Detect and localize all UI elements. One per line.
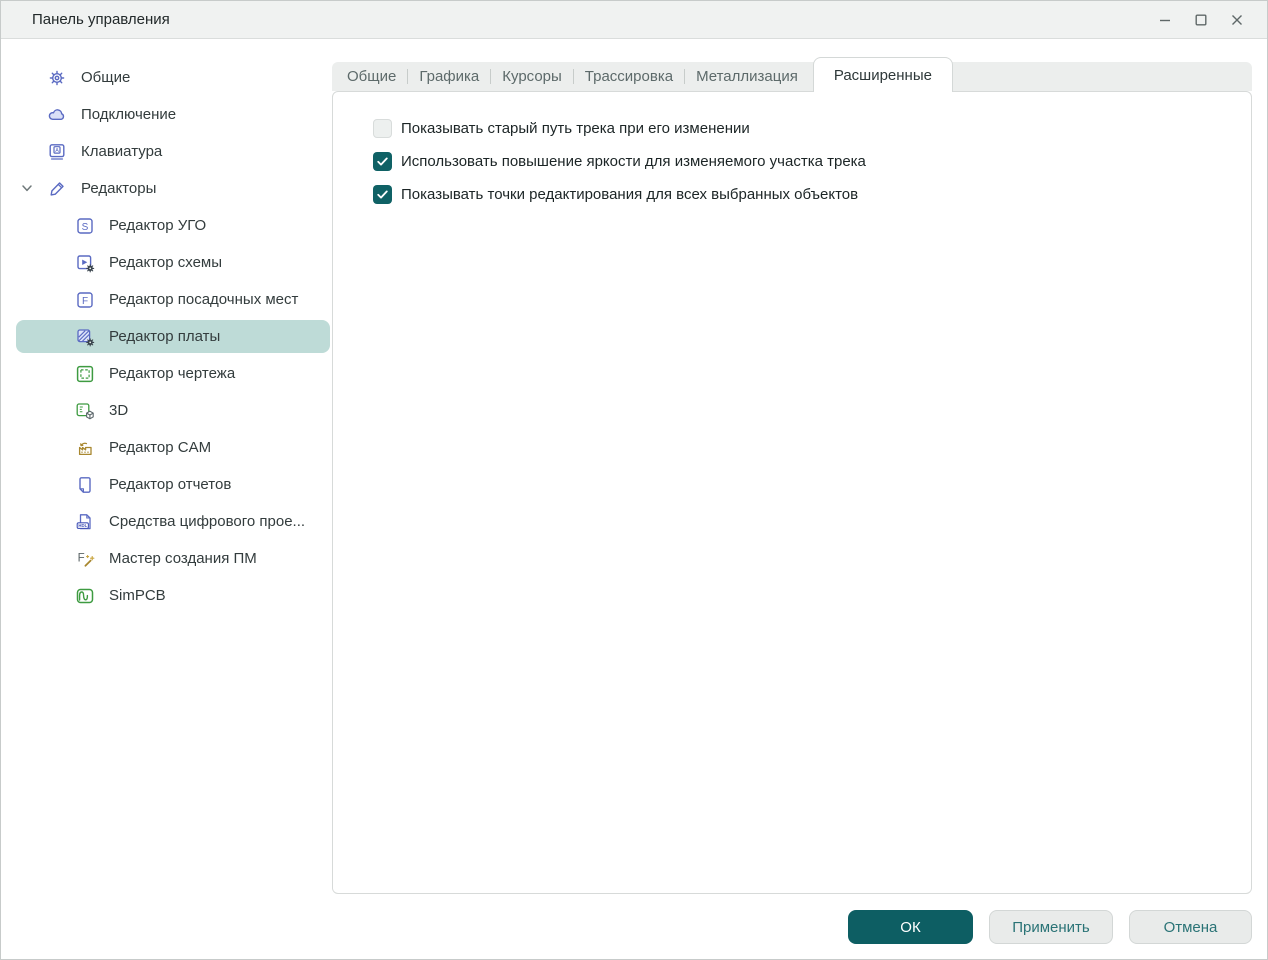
sidebar-item-label: Мастер создания ПМ [109,550,257,567]
f-square-icon: F [75,290,95,310]
cloud-icon [47,105,67,125]
sidebar-item-cam-editor[interactable]: Редактор CAM [1,429,332,466]
tab-label: Общие [347,68,396,85]
tab-cursors[interactable]: Курсоры [502,62,562,91]
check-icon [376,155,389,168]
tab-separator [573,69,574,84]
drawing-frame-icon [75,364,95,384]
sidebar-item-symbol-editor[interactable]: S Редактор УГО [1,207,332,244]
sidebar-item-label: Общие [81,69,130,86]
titlebar: Панель управления [1,1,1267,39]
sidebar-item-hdl-tools[interactable]: HDL Средства цифрового прое... [1,503,332,540]
ok-button[interactable]: ОК [848,910,973,944]
maximize-button[interactable] [1183,3,1219,37]
sidebar-item-footprint-editor[interactable]: F Редактор посадочных мест [1,281,332,318]
sidebar-item-schematic-editor[interactable]: Редактор схемы [1,244,332,281]
sidebar-item-general[interactable]: Общие [1,59,332,96]
sidebar-item-label: Средства цифрового прое... [109,513,305,530]
sidebar-item-simpcb[interactable]: SimPCB [1,577,332,614]
tab-routing[interactable]: Трассировка [585,62,673,91]
window-controls [1147,1,1255,39]
sidebar-item-label: Редактор посадочных мест [109,291,298,308]
tab-label: Трассировка [585,68,673,85]
cancel-button[interactable]: Отмена [1129,910,1252,944]
sidebar-item-label: Клавиатура [81,143,162,160]
checkbox-label: Показывать старый путь трека при его изм… [401,120,750,137]
tab-label: Металлизация [696,68,798,85]
close-button[interactable] [1219,3,1255,37]
f-magic-wand-icon: F [75,549,95,569]
waveform-icon [75,586,95,606]
sidebar-item-label: SimPCB [109,587,166,604]
tab-separator [407,69,408,84]
board-gear-icon [75,327,95,347]
sidebar-item-label: Редактор платы [109,328,220,345]
checkbox-highlight-modified-track[interactable]: Использовать повышение яркости для измен… [373,152,866,171]
sidebar-item-label: Редакторы [81,180,156,197]
checkbox-checked-icon[interactable] [373,185,392,204]
tab-label: Курсоры [502,68,562,85]
checkbox-show-old-track-path[interactable]: Показывать старый путь трека при его изм… [373,119,866,138]
maximize-icon [1194,13,1208,27]
close-icon [1230,13,1244,27]
sidebar-item-label: Редактор схемы [109,254,222,271]
advanced-settings-list: Показывать старый путь трека при его изм… [373,119,866,218]
checkbox-checked-icon[interactable] [373,152,392,171]
control-panel-window: Панель управления Общие Подключение [0,0,1268,960]
tab-advanced[interactable]: Расширенные [813,57,953,92]
sidebar-item-label: Редактор УГО [109,217,206,234]
pencil-icon [47,179,67,199]
minimize-icon [1158,13,1172,27]
tab-separator [490,69,491,84]
check-icon [376,188,389,201]
schematic-gear-icon [75,253,95,273]
window-title: Панель управления [32,11,170,28]
document-icon [75,475,95,495]
svg-text:A: A [55,147,59,153]
keyboard-key-icon: A [47,142,67,162]
pcb-cube-icon [75,401,95,421]
tab-separator [684,69,685,84]
hdl-document-icon: HDL [75,512,95,532]
checkbox-show-edit-points[interactable]: Показывать точки редактирования для всех… [373,185,866,204]
factory-icon [75,438,95,458]
svg-text:S: S [82,221,89,232]
chevron-down-icon[interactable] [20,181,34,195]
svg-text:F: F [82,295,88,306]
checkbox-label: Показывать точки редактирования для всех… [401,186,858,203]
tab-label: Графика [419,68,479,85]
sidebar-item-report-editor[interactable]: Редактор отчетов [1,466,332,503]
minimize-button[interactable] [1147,3,1183,37]
sidebar-item-keyboard[interactable]: A Клавиатура [1,133,332,170]
sidebar-item-drawing-editor[interactable]: Редактор чертежа [1,355,332,392]
sidebar-item-3d[interactable]: 3D [1,392,332,429]
sidebar-item-label: Редактор чертежа [109,365,235,382]
sidebar-item-label: Редактор отчетов [109,476,231,493]
settings-tabbar: Общие Графика Курсоры Трассировка Металл… [332,58,1252,91]
sidebar-item-connection[interactable]: Подключение [1,96,332,133]
checkbox-unchecked-icon[interactable] [373,119,392,138]
sidebar-item-footprint-wizard[interactable]: F Мастер создания ПМ [1,540,332,577]
svg-text:HDL: HDL [78,523,87,528]
svg-text:F: F [78,552,85,564]
sidebar-item-editors[interactable]: Редакторы [1,170,332,207]
sidebar-item-label: Подключение [81,106,176,123]
checkbox-label: Использовать повышение яркости для измен… [401,153,866,170]
sidebar-item-board-editor[interactable]: Редактор платы [16,320,330,353]
tab-graphics[interactable]: Графика [419,62,479,91]
settings-content-panel: Показывать старый путь трека при его изм… [332,91,1252,894]
s-square-icon: S [75,216,95,236]
sidebar-item-label: Редактор CAM [109,439,211,456]
tab-general[interactable]: Общие [347,62,396,91]
gear-icon [47,68,67,88]
settings-nav-tree: Общие Подключение A Клавиатура Редакторы [1,59,332,614]
tab-plating[interactable]: Металлизация [696,62,798,91]
tab-label: Расширенные [834,67,932,84]
apply-button[interactable]: Применить [989,910,1113,944]
sidebar-item-label: 3D [109,402,128,419]
